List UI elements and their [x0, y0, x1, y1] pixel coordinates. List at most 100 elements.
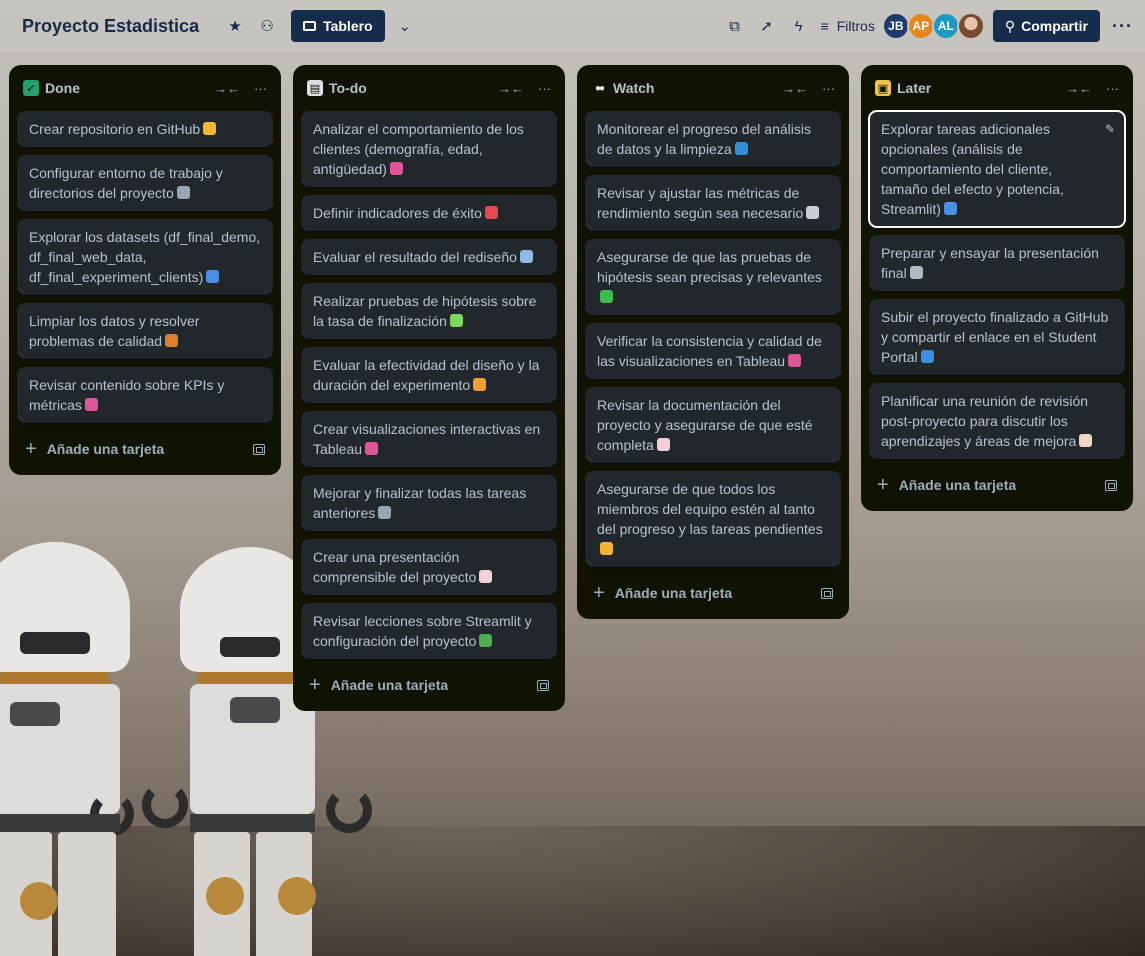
list-card[interactable]: Verificar la consistencia y calidad de l… [585, 323, 841, 379]
list-card[interactable]: Asegurarse de que las pruebas de hipótes… [585, 239, 841, 315]
add-member-icon: ⚲ [1004, 17, 1016, 34]
tools-emoji [176, 186, 190, 199]
filters-label: Filtros [836, 18, 875, 34]
add-card-label: Añade una tarjeta [46, 441, 165, 457]
check-emoji [600, 290, 613, 303]
board-title[interactable]: Proyecto Estadistica [22, 16, 199, 37]
list-card[interactable]: Mejorar y finalizar todas las tareas ant… [301, 475, 557, 531]
edit-card-icon[interactable]: ✎ [1105, 119, 1115, 139]
list-card[interactable]: Asegurarse de que todos los miembros del… [585, 471, 841, 567]
list-title[interactable]: Done [45, 80, 200, 96]
document-emoji [479, 570, 493, 583]
list-more-icon[interactable]: ··· [254, 81, 267, 96]
list-header: ✓ Done →← ··· [17, 65, 273, 111]
filters-button[interactable]: ≡ Filtros [821, 18, 875, 34]
card-title: Asegurarse de que todos los miembros del… [597, 481, 823, 537]
create-from-template-icon[interactable] [821, 587, 833, 599]
avatar[interactable]: JB [881, 12, 910, 40]
share-button[interactable]: ⚲ Compartir [992, 10, 1101, 42]
add-card-label: Añade una tarjeta [614, 585, 733, 601]
hammer-emoji [909, 266, 923, 279]
clipboard-icon: ▤ [307, 80, 323, 96]
add-card-label: Añade una tarjeta [898, 477, 1017, 493]
card-title: Crear una presentación comprensible del … [313, 549, 477, 585]
chevron-down-icon[interactable]: ⌄ [389, 10, 421, 42]
avatar-initials: AL [937, 19, 954, 33]
list-later: ▣ Later →← ··· Explorar tareas adicionales o… [861, 65, 1133, 511]
books-emoji [479, 634, 493, 647]
refresh-emoji [734, 142, 748, 155]
lightning-icon[interactable]: ϟ [783, 10, 815, 42]
list-card[interactable]: Evaluar el resultado del rediseño [301, 239, 557, 275]
card-title: Realizar pruebas de hipótesis sobre la t… [313, 293, 537, 329]
card-file-box-icon: ▣ [875, 80, 891, 96]
add-card-button[interactable]: + Añade una tarjeta [585, 575, 841, 611]
broom-emoji [165, 334, 179, 347]
test-tube-emoji [449, 314, 463, 327]
list-to-do: ▤ To-do →← ··· Analizar el comportamiento de… [293, 65, 565, 711]
list-title[interactable]: To-do [329, 80, 484, 96]
add-card-button[interactable]: + Añade una tarjeta [869, 467, 1125, 503]
list-title[interactable]: Watch [613, 80, 768, 96]
list-card[interactable]: Explorar tareas adicionales opcionales (… [868, 110, 1126, 228]
list-card[interactable]: Crear una presentación comprensible del … [301, 539, 557, 595]
list-card[interactable]: Revisar lecciones sobre Streamlit y conf… [301, 603, 557, 659]
add-card-button[interactable]: + Añade una tarjeta [17, 431, 273, 467]
list-card[interactable]: Crear repositorio en GitHub [17, 111, 273, 147]
board-view-button[interactable]: Tablero [291, 10, 385, 42]
avatar[interactable]: AP [906, 12, 935, 40]
list-card[interactable]: Analizar el comportamiento de los client… [301, 111, 557, 187]
list-card[interactable]: Explorar los datasets (df_final_demo, df… [17, 219, 273, 295]
card-title: Analizar el comportamiento de los client… [313, 121, 524, 177]
collapse-list-icon[interactable]: →← [498, 81, 524, 96]
toy-figure-left [0, 542, 160, 956]
list-more-icon[interactable]: ··· [822, 81, 835, 96]
folder-emoji [203, 122, 217, 135]
list-card[interactable]: Revisar contenido sobre KPIs y métricas [17, 367, 273, 423]
avatar[interactable]: AL [931, 12, 960, 40]
globe-emoji [920, 350, 934, 363]
add-card-button[interactable]: + Añade una tarjeta [301, 667, 557, 703]
automation-icon[interactable]: ➚ [751, 10, 783, 42]
create-from-template-icon[interactable] [537, 679, 549, 691]
list-more-icon[interactable]: ··· [538, 81, 551, 96]
list-header: ●● Watch →← ··· [585, 65, 841, 111]
create-from-template-icon[interactable] [253, 443, 265, 455]
card-title: Asegurarse de que las pruebas de hipótes… [597, 249, 822, 285]
eyes-icon: ●● [594, 82, 605, 94]
card-title: Revisar y ajustar las métricas de rendim… [597, 185, 804, 221]
collapse-list-icon[interactable]: →← [1066, 81, 1092, 96]
list-card[interactable]: Subir el proyecto finalizado a GitHub y … [869, 299, 1125, 375]
card-title: Evaluar el resultado del rediseño [313, 249, 517, 265]
workspace-visibility-icon[interactable]: ⚇ [251, 10, 283, 42]
card-title: Explorar tareas adicionales opcionales (… [881, 121, 1064, 217]
collapse-list-icon[interactable]: →← [782, 81, 808, 96]
list-card[interactable]: Planificar una reunión de revisión post-… [869, 383, 1125, 459]
handshake-emoji [600, 542, 613, 555]
list-card[interactable]: Realizar pruebas de hipótesis sobre la t… [301, 283, 557, 339]
list-card[interactable]: Configurar entorno de trabajo y director… [17, 155, 273, 211]
star-icon[interactable]: ★ [219, 10, 251, 42]
list-card[interactable]: Crear visualizaciones interactivas en Ta… [301, 411, 557, 467]
avatar-photo[interactable] [956, 12, 985, 40]
create-from-template-icon[interactable] [1105, 479, 1117, 491]
card-title: Subir el proyecto finalizado a GitHub y … [881, 309, 1109, 365]
ruler-emoji [806, 206, 820, 219]
share-label: Compartir [1021, 18, 1089, 34]
card-title: Evaluar la efectividad del diseño y la d… [313, 357, 540, 393]
more-icon[interactable]: ··· [1112, 16, 1133, 37]
card-title: Planificar una reunión de revisión post-… [881, 393, 1089, 449]
collapse-list-icon[interactable]: →← [214, 81, 240, 96]
list-card[interactable]: Monitorear el progreso del análisis de d… [585, 111, 841, 167]
list-more-icon[interactable]: ··· [1106, 81, 1119, 96]
list-card[interactable]: Evaluar la efectividad del diseño y la d… [301, 347, 557, 403]
list-card[interactable]: Definir indicadores de éxito [301, 195, 557, 231]
list-card[interactable]: Limpiar los datos y resolver problemas d… [17, 303, 273, 359]
list-title[interactable]: Later [897, 80, 1052, 96]
list-card[interactable]: Revisar y ajustar las métricas de rendim… [585, 175, 841, 231]
target-emoji [484, 206, 498, 219]
list-card[interactable]: Revisar la documentación del proyecto y … [585, 387, 841, 463]
power-ups-icon[interactable]: ⧉ [719, 10, 751, 42]
palette-and-hourglass-emoji [473, 378, 487, 391]
list-card[interactable]: Preparar y ensayar la presentación final [869, 235, 1125, 291]
